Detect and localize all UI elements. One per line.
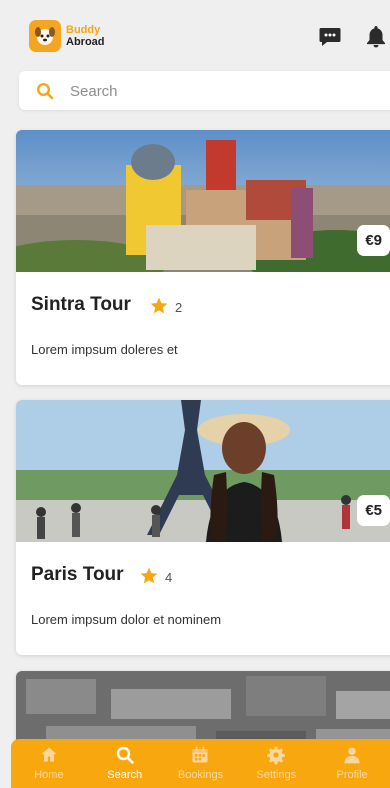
tab-settings[interactable]: Settings [238,739,314,788]
tab-label: Search [107,769,143,781]
app-name: Buddy Abroad [66,24,105,48]
tab-home[interactable]: Home [11,739,87,788]
star-icon [149,296,169,321]
rating-value: 4 [165,570,173,585]
search-icon [36,82,54,105]
tab-bookings[interactable]: Bookings [163,739,239,788]
tab-label: Home [34,769,64,781]
home-icon [41,747,57,762]
bottom-tab-bar: Home Search Bookings Settings Profile [11,739,390,788]
user-icon [344,747,360,764]
price-badge: €9 [357,225,390,256]
star-icon [139,566,159,591]
chat-icon[interactable] [318,24,342,53]
tab-label: Settings [256,769,297,781]
app-logo[interactable] [29,20,61,52]
tab-search[interactable]: Search [87,739,163,788]
tab-profile[interactable]: Profile [314,739,390,788]
tab-label: Profile [336,769,368,781]
search-icon [116,746,134,764]
tour-image: €5 [16,400,390,542]
price-badge: €5 [357,495,390,526]
tour-card[interactable]: €5 Paris Tour 4 Lorem impsum dolor et no… [16,400,390,655]
gear-icon [267,746,286,765]
dog-logo-icon [35,27,55,45]
tour-image: €9 [16,130,390,272]
search-input[interactable] [70,80,370,102]
tour-card[interactable]: €9 Sintra Tour 2 Lorem impsum doleres et [16,130,390,385]
tour-title: Sintra Tour [31,294,131,315]
rating-value: 2 [175,300,183,315]
app-header: Buddy Abroad [0,0,390,66]
search-bar[interactable] [19,71,390,110]
tab-label: Bookings [177,769,224,781]
app-name-line2: Abroad [66,36,105,48]
bell-icon[interactable] [365,24,387,53]
app-name-line1: Buddy [66,24,101,36]
calendar-icon [192,746,208,763]
tour-title: Paris Tour [31,564,124,585]
tour-description: Lorem impsum doleres et [31,342,178,357]
tour-description: Lorem impsum dolor et nominem [31,612,222,627]
